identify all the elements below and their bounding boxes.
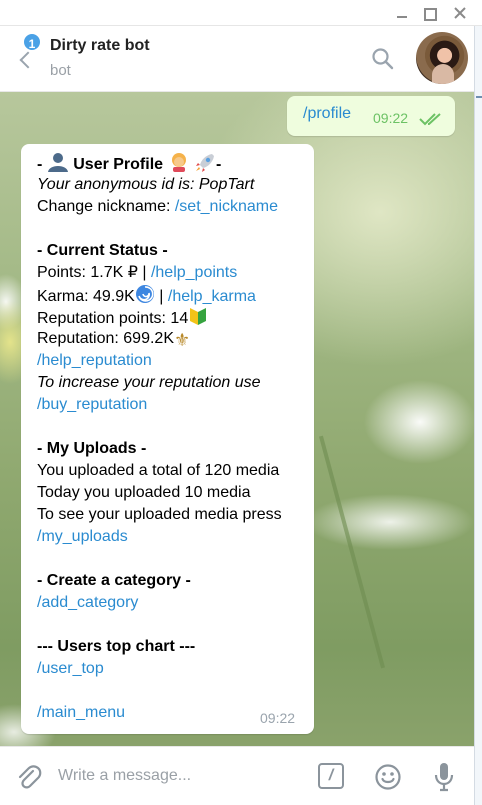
uploads-total-text: You uploaded a total of 120 media: [37, 462, 280, 479]
background-window-edge: [474, 26, 482, 805]
beginner-badge-icon: [188, 306, 208, 333]
increase-rep-text: To increase your reputation use: [37, 374, 261, 391]
change-nickname-line: Change nickname: /set_nickname: [37, 198, 279, 215]
message-input[interactable]: [58, 759, 298, 793]
outgoing-message-text[interactable]: /profile: [303, 105, 351, 123]
uploads-see-text: To see your uploaded media press: [37, 506, 282, 523]
chat-subtitle: bot: [50, 62, 71, 79]
add-category-link[interactable]: /add_category: [37, 592, 138, 614]
message-time: 09:22: [260, 710, 296, 726]
main-menu-link[interactable]: /main_menu: [37, 702, 125, 724]
smiley-icon[interactable]: [374, 763, 402, 791]
wallpaper-decoration: [319, 435, 385, 669]
slash-command-icon[interactable]: /: [318, 763, 344, 789]
outgoing-message[interactable]: /profile 09:22: [287, 96, 455, 136]
reputation-line: Reputation: 699.2K⚜: [37, 330, 191, 350]
fleur-de-lis-icon: ⚜: [174, 330, 191, 350]
minimize-icon[interactable]: [390, 2, 414, 24]
help-points-link[interactable]: /help_points: [151, 264, 237, 281]
help-karma-link[interactable]: /help_karma: [168, 288, 256, 305]
set-nickname-link[interactable]: /set_nickname: [175, 198, 278, 215]
category-heading: - Create a category -: [37, 572, 191, 589]
compose-bar: /: [0, 746, 474, 805]
status-heading: - Current Status -: [37, 242, 168, 259]
uploads-today-text: Today you uploaded 10 media: [37, 484, 251, 501]
incoming-message[interactable]: - User Profile - Your anonymous id is: P…: [21, 144, 314, 734]
microphone-icon[interactable]: [432, 761, 456, 793]
window-titlebar: [0, 0, 482, 26]
chat-header: 1 Dirty rate bot bot: [0, 26, 474, 92]
paperclip-icon[interactable]: [16, 763, 42, 791]
points-line: Points: 1.7K ₽ | /help_points: [37, 264, 238, 281]
message-time: 09:22: [373, 110, 409, 126]
top-chart-heading: --- Users top chart ---: [37, 638, 196, 655]
avatar[interactable]: [416, 32, 468, 84]
help-reputation-link[interactable]: /help_reputation: [37, 350, 152, 372]
uploads-heading: - My Uploads -: [37, 440, 147, 457]
my-uploads-link[interactable]: /my_uploads: [37, 526, 128, 548]
maximize-icon[interactable]: [418, 2, 442, 24]
anon-id-text: Your anonymous id is: PopTart: [37, 176, 255, 193]
buy-reputation-link[interactable]: /buy_reputation: [37, 394, 147, 416]
double-check-icon: [419, 112, 443, 126]
chevron-left-icon: [19, 51, 37, 69]
user-top-link[interactable]: /user_top: [37, 658, 104, 680]
chat-title[interactable]: Dirty rate bot: [50, 37, 150, 55]
search-icon[interactable]: [370, 46, 396, 72]
unread-badge: 1: [22, 32, 42, 52]
close-icon[interactable]: [448, 2, 472, 24]
